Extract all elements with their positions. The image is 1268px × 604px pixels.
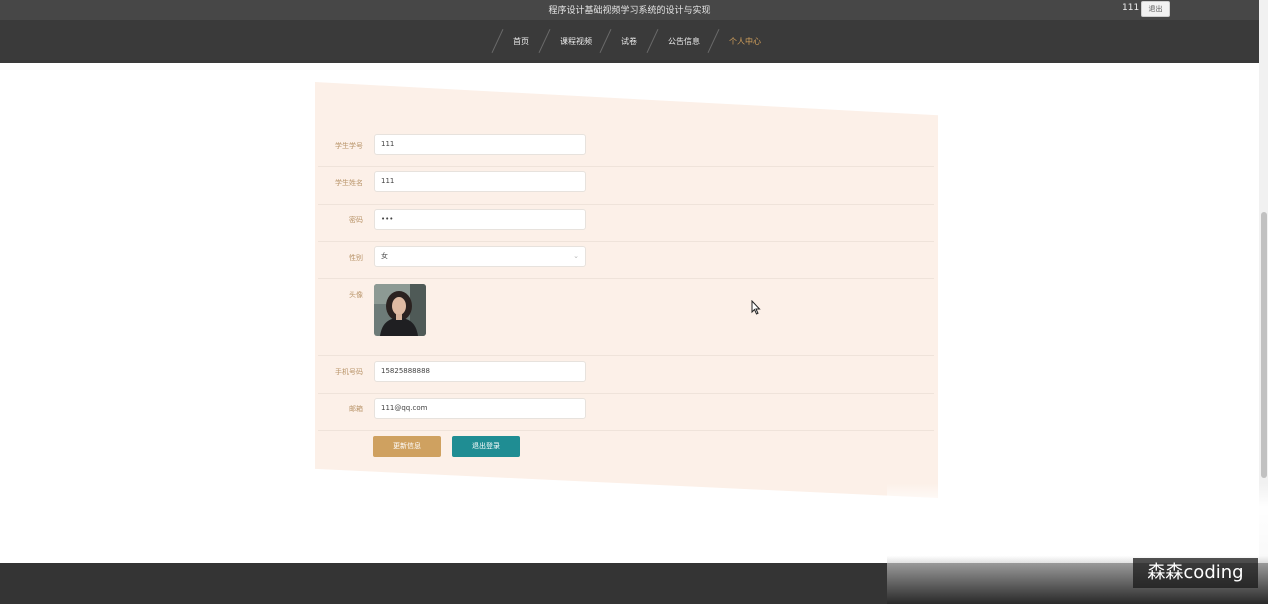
nav-separator bbox=[538, 29, 551, 53]
top-bar: 程序设计基础视频学习系统的设计与实现 111 退出 bbox=[0, 0, 1259, 20]
gender-label: 性别 bbox=[349, 254, 363, 262]
nav-item-home[interactable]: 首页 bbox=[513, 36, 529, 47]
nav-item-exam-papers[interactable]: 试卷 bbox=[621, 36, 637, 47]
phone-input[interactable]: 15825888888 bbox=[374, 361, 586, 382]
scrollbar-thumb[interactable] bbox=[1261, 212, 1267, 478]
gender-select-value: 女 bbox=[381, 252, 388, 260]
form-row-student-name: 学生姓名 111 bbox=[318, 167, 934, 205]
nav-separator bbox=[646, 29, 659, 53]
password-input[interactable]: ••• bbox=[374, 209, 586, 230]
form-row-password: 密码 ••• bbox=[318, 205, 934, 242]
avatar-image[interactable] bbox=[374, 284, 426, 336]
nav-item-course-videos[interactable]: 课程视频 bbox=[560, 36, 592, 47]
top-logout-button[interactable]: 退出 bbox=[1141, 1, 1170, 17]
chevron-down-icon: ⌄ bbox=[573, 252, 579, 260]
form-row-student-id: 学生学号 111 bbox=[318, 130, 934, 167]
password-label: 密码 bbox=[349, 216, 363, 224]
logout-button[interactable]: 退出登录 bbox=[452, 436, 520, 457]
phone-label: 手机号码 bbox=[335, 368, 363, 376]
site-title: 程序设计基础视频学习系统的设计与实现 bbox=[548, 6, 711, 16]
mouse-cursor-icon bbox=[751, 299, 761, 319]
form-row-avatar: 头像 bbox=[318, 279, 934, 356]
nav-item-personal-center[interactable]: 个人中心 bbox=[729, 36, 761, 47]
form-row-gender: 性别 女 ⌄ bbox=[318, 242, 934, 279]
student-id-input[interactable]: 111 bbox=[374, 134, 586, 155]
update-info-button[interactable]: 更新信息 bbox=[373, 436, 441, 457]
nav-separator bbox=[599, 29, 612, 53]
student-name-label: 学生姓名 bbox=[335, 179, 363, 187]
nav-item-announcements[interactable]: 公告信息 bbox=[668, 36, 700, 47]
student-name-input[interactable]: 111 bbox=[374, 171, 586, 192]
main-nav: 首页 课程视频 试卷 公告信息 个人中心 bbox=[0, 20, 1259, 63]
email-input[interactable]: 111@qq.com bbox=[374, 398, 586, 419]
nav-separator bbox=[491, 29, 504, 53]
email-label: 邮箱 bbox=[349, 405, 363, 413]
nav-separator bbox=[707, 29, 720, 53]
form-row-phone: 手机号码 15825888888 bbox=[318, 356, 934, 394]
avatar-label: 头像 bbox=[349, 291, 363, 299]
form-row-email: 邮箱 111@qq.com bbox=[318, 394, 934, 431]
gender-select[interactable]: 女 ⌄ bbox=[374, 246, 586, 267]
user-name: 111 bbox=[1122, 3, 1140, 13]
watermark: 森森coding bbox=[1133, 558, 1258, 588]
student-id-label: 学生学号 bbox=[335, 142, 363, 150]
